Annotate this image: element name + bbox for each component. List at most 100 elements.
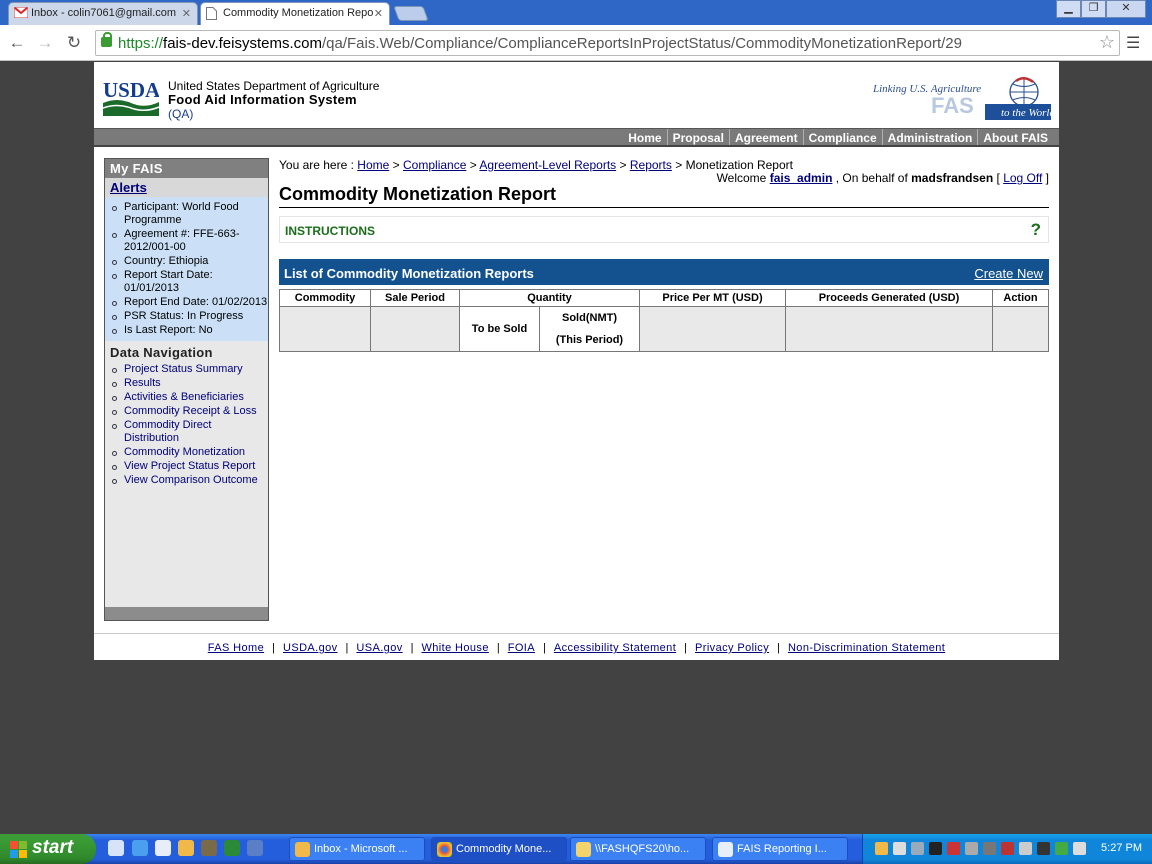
col-price-per-mt: Price Per MT (USD) [639, 289, 786, 307]
breadcrumb: You are here : Home > Compliance > Agree… [279, 158, 793, 172]
footer-link-usda[interactable]: USDA.gov [283, 642, 338, 654]
nav-home[interactable]: Home [623, 129, 666, 145]
cell-empty [279, 306, 371, 352]
tray-icon[interactable] [893, 842, 906, 855]
sidebar-item-activities-beneficiaries[interactable]: Activities & Beneficiaries [110, 391, 268, 404]
tab-label: Inbox - colin7061@gmail.com [31, 7, 177, 19]
windows-taskbar: start Inbox - Microsoft ... Commodity Mo… [0, 834, 1152, 864]
outlook-icon [295, 842, 310, 857]
table-header-row: Commodity Sale Period Quantity Price Per… [279, 289, 1049, 307]
tray-search-icon[interactable] [911, 842, 924, 855]
nav-about-fais[interactable]: About FAIS [977, 129, 1053, 145]
welcome-label: Welcome [716, 171, 767, 185]
taskbar-label: Commodity Mone... [456, 843, 552, 855]
alert-country: Country: Ethiopia [110, 255, 268, 268]
col-sold-nmt: Sold(NMT) (This Period) [539, 306, 640, 352]
close-tab-icon[interactable]: ✕ [374, 7, 383, 20]
sidebar-item-view-project-status-report[interactable]: View Project Status Report [110, 460, 268, 473]
site-header: USDA United States Department of Agricul… [94, 62, 1059, 128]
quicklaunch-outlook-icon[interactable] [178, 840, 194, 856]
nav-agreement[interactable]: Agreement [728, 129, 803, 145]
tray-icon[interactable] [1019, 842, 1032, 855]
sidebar-item-view-comparison-outcome[interactable]: View Comparison Outcome [110, 474, 268, 487]
breadcrumb-compliance[interactable]: Compliance [403, 158, 466, 172]
create-new-link[interactable]: Create New [974, 266, 1043, 281]
quicklaunch-word-icon[interactable] [155, 840, 171, 856]
quicklaunch-excel-icon[interactable] [224, 840, 240, 856]
welcome-line: Welcome fais_admin , On behalf of madsfr… [716, 171, 1049, 185]
report-table: Commodity Sale Period Quantity Price Per… [279, 289, 1049, 352]
usda-logo[interactable]: USDA [103, 78, 159, 116]
reload-icon[interactable]: ↻ [63, 33, 85, 53]
tab-gmail-inbox[interactable]: Inbox - colin7061@gmail.com ✕ [8, 2, 198, 25]
col-to-be-sold: To be Sold [459, 306, 540, 352]
col-quantity: Quantity [459, 289, 640, 307]
page-title: Commodity Monetization Report [279, 184, 1049, 208]
tray-icon[interactable] [965, 842, 978, 855]
breadcrumb-reports[interactable]: Reports [630, 158, 672, 172]
quicklaunch-desktop-icon[interactable] [108, 840, 124, 856]
alert-last-report: Is Last Report: No [110, 324, 268, 337]
breadcrumb-agreement-level-reports[interactable]: Agreement-Level Reports [479, 158, 616, 172]
breadcrumb-home[interactable]: Home [357, 158, 389, 172]
minimize-button[interactable]: ▁ [1056, 0, 1081, 18]
tray-shield-icon[interactable] [947, 842, 960, 855]
back-icon[interactable]: ← [6, 33, 28, 53]
alerts-heading: Alerts [105, 178, 268, 197]
quicklaunch-app-icon[interactable] [201, 840, 217, 856]
quicklaunch-app-icon[interactable] [247, 840, 263, 856]
footer-link-non-discrimination[interactable]: Non-Discrimination Statement [788, 642, 945, 654]
alert-participant: Participant: World Food Programme [110, 201, 268, 227]
tray-icon[interactable] [1037, 842, 1050, 855]
bookmark-star-icon[interactable]: ☆ [1099, 32, 1115, 53]
fas-logo[interactable]: Linking U.S. Agriculture FAS to the Worl… [873, 76, 1051, 120]
tray-outlook-icon[interactable] [875, 842, 888, 855]
footer-link-fas-home[interactable]: FAS Home [208, 642, 264, 654]
tray-volume-icon[interactable] [1073, 842, 1086, 855]
sidebar-item-commodity-direct-distribution[interactable]: Commodity Direct Distribution [110, 419, 268, 445]
footer-link-accessibility[interactable]: Accessibility Statement [554, 642, 676, 654]
nav-administration[interactable]: Administration [881, 129, 978, 145]
tray-icon[interactable] [1001, 842, 1014, 855]
menu-icon[interactable]: ☰ [1126, 33, 1140, 53]
window-close-button[interactable]: ✕ [1106, 0, 1146, 18]
alerts-link[interactable]: Alerts [110, 180, 147, 195]
url-path: /qa/Fais.Web/Compliance/ComplianceReport… [321, 35, 962, 52]
taskbar-explorer[interactable]: \\FASHQFS20\ho... [570, 837, 706, 861]
restore-button[interactable]: ❐ [1081, 0, 1106, 18]
tab-commodity-monetization[interactable]: Commodity Monetization Repo ✕ [200, 2, 390, 25]
taskbar-chrome[interactable]: Commodity Mone... [431, 837, 567, 861]
quicklaunch-ie-icon[interactable] [132, 840, 148, 856]
footer-link-white-house[interactable]: White House [421, 642, 488, 654]
behalf-label: , On behalf of [835, 171, 908, 185]
help-icon[interactable]: ? [1031, 220, 1041, 240]
footer-link-foia[interactable]: FOIA [508, 642, 535, 654]
close-tab-icon[interactable]: ✕ [182, 7, 191, 20]
instructions-label[interactable]: INSTRUCTIONS [285, 224, 375, 238]
nav-proposal[interactable]: Proposal [666, 129, 729, 145]
log-off-link[interactable]: Log Off [1003, 171, 1042, 185]
nav-compliance[interactable]: Compliance [802, 129, 882, 145]
sidebar-item-results[interactable]: Results [110, 377, 268, 390]
sidebar-item-commodity-receipt-loss[interactable]: Commodity Receipt & Loss [110, 405, 268, 418]
user-link[interactable]: fais_admin [770, 171, 833, 185]
address-bar[interactable]: https://fais-dev.feisystems.com/qa/Fais.… [95, 30, 1120, 56]
start-button[interactable]: start [0, 834, 96, 864]
sidebar-item-commodity-monetization[interactable]: Commodity Monetization [110, 446, 268, 459]
footer-link-privacy[interactable]: Privacy Policy [695, 642, 769, 654]
taskbar-outlook[interactable]: Inbox - Microsoft ... [289, 837, 425, 861]
tray-network-icon[interactable] [983, 842, 996, 855]
web-page: USDA United States Department of Agricul… [94, 62, 1059, 660]
sidebar-item-project-status-summary[interactable]: Project Status Summary [110, 363, 268, 376]
cell-empty [639, 306, 786, 352]
forward-icon[interactable]: → [34, 33, 56, 53]
page-icon [206, 7, 217, 23]
footer-link-usa-gov[interactable]: USA.gov [356, 642, 402, 654]
taskbar-word-doc[interactable]: FAIS Reporting I... [712, 837, 848, 861]
instructions-panel[interactable]: INSTRUCTIONS ? [279, 216, 1049, 243]
new-tab-button[interactable] [393, 6, 429, 21]
cell-empty [370, 306, 460, 352]
tray-warning-icon[interactable] [929, 842, 942, 855]
breadcrumb-prefix: You are here : [279, 158, 354, 172]
tray-icon[interactable] [1055, 842, 1068, 855]
